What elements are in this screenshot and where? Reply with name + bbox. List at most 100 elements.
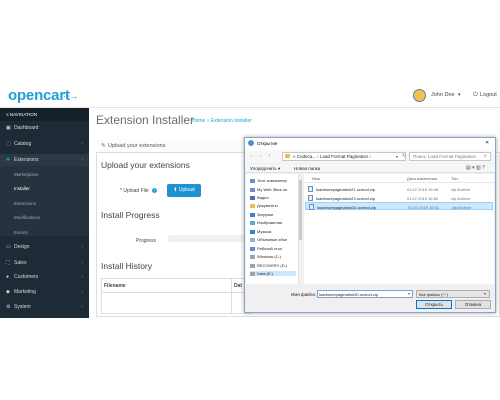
tree-item[interactable]: Этот компьютер — [250, 178, 287, 183]
chevron-down-icon[interactable]: ▾ — [484, 291, 486, 296]
tree-item[interactable]: Загрузки — [250, 212, 273, 217]
tree-item[interactable]: Музыка — [250, 229, 271, 234]
search-placeholder: Поиск: Load Format Pagination — [413, 154, 476, 159]
sidebar-item-design[interactable]: ▭ Design › — [0, 244, 89, 250]
file-date: 01.07.2019 16:50 — [407, 196, 439, 201]
tree-scroll-thumb[interactable] — [299, 180, 302, 240]
column-divider — [231, 278, 232, 314]
sidebar-item-label: Catalog — [14, 141, 32, 147]
folder-icon — [250, 254, 255, 259]
tree-item[interactable]: Рабочий стол — [250, 246, 282, 251]
sidebar-item-extensions[interactable]: ✚ Extensions › — [0, 154, 89, 166]
tree-item[interactable]: Объемные объе — [250, 237, 287, 242]
file-row[interactable]: loadmorepagination21.ocmod.zip 01.07.201… — [305, 185, 493, 193]
puzzle-icon: ✚ — [6, 157, 11, 163]
share-icon: ◆ — [6, 289, 10, 295]
chevron-right-icon: › — [81, 289, 84, 294]
folder-icon — [250, 187, 255, 192]
forward-icon[interactable]: → — [258, 153, 263, 159]
file-row[interactable]: loadmorepagination23.ocmod.zip 01.07.201… — [305, 194, 493, 202]
sidebar-item-marketplace[interactable]: Marketplace — [0, 172, 89, 177]
avatar[interactable] — [413, 89, 426, 102]
chevron-right-icon: › — [81, 304, 84, 309]
organize-button[interactable]: Упорядочить ▾ — [250, 166, 280, 172]
cart-icon: ⛶ — [6, 260, 10, 266]
refresh-icon[interactable]: ↻ — [402, 153, 406, 159]
breadcrumb-home[interactable]: Home — [192, 118, 205, 124]
user-name[interactable]: John Doe — [431, 92, 455, 98]
address-path[interactable]: « Codeca... › Load Format Pagination › — [293, 154, 371, 159]
sidebar-item-dashboard[interactable]: ▣ Dashboard — [0, 125, 89, 131]
column-header-date[interactable]: Дата изменения — [407, 176, 437, 181]
tree-item-label: Изображения — [257, 220, 283, 225]
sidebar-item-events[interactable]: Events — [0, 230, 89, 235]
dialog-title: Открытие — [257, 141, 278, 146]
breadcrumb-current[interactable]: Extension Installer — [211, 118, 252, 124]
sidebar-item-customers[interactable]: ● Customers › — [0, 274, 89, 280]
sidebar-item-installer[interactable]: Installer — [0, 186, 89, 191]
column-header-date[interactable]: Dat — [234, 283, 242, 289]
search-icon[interactable]: ⌕ — [484, 153, 487, 159]
file-name: loadmorepagination21.ocmod.zip — [316, 187, 375, 192]
stage: opencart ·ᵕ→ John Doe ▾ ⏻ Logout ≡ NAVIG… — [0, 0, 500, 400]
column-header-filename[interactable]: Filename — [104, 283, 126, 289]
column-header-type[interactable]: Тип — [451, 176, 458, 181]
chevron-down-icon[interactable]: ▾ — [396, 154, 398, 159]
tree-item-label: Загрузки — [257, 212, 274, 217]
file-type: zip Archive — [451, 196, 471, 201]
logout-icon[interactable]: ⏻ — [473, 92, 478, 99]
upload-heading: Upload your extensions — [101, 160, 190, 170]
opencart-logo[interactable]: opencart — [8, 87, 70, 104]
file-row-selected[interactable]: loadmorepagination30.ocmod.zip 01.07.201… — [305, 202, 493, 210]
chrome-icon — [248, 140, 254, 146]
help-icon[interactable]: ? — [152, 188, 157, 193]
tree-item[interactable]: Windows (C:) — [250, 254, 281, 259]
column-header-divider — [304, 182, 494, 183]
sidebar-item-modifications[interactable]: Modifications — [0, 215, 89, 220]
sidebar-item-sales[interactable]: ⛶ Sales › — [0, 260, 89, 266]
folder-icon — [250, 220, 255, 225]
column-header-name[interactable]: Имя — [312, 176, 320, 181]
sidebar-item-label: Customers — [14, 274, 39, 280]
file-list-scrollbar[interactable] — [304, 284, 494, 289]
zip-file-icon — [309, 204, 314, 210]
upload-button[interactable]: ⬆ Upload — [167, 184, 201, 197]
logout-link[interactable]: Logout — [480, 92, 497, 98]
chevron-down-icon[interactable]: ▾ — [408, 291, 410, 296]
sidebar-item-system[interactable]: ⚙ System › — [0, 304, 89, 310]
dialog-titlebar[interactable] — [245, 138, 495, 150]
sidebar-item-catalog[interactable]: ⬚ Catalog › — [0, 141, 89, 147]
tree-item[interactable]: Data (E:) — [250, 271, 296, 276]
zip-file-icon — [308, 186, 313, 192]
back-icon[interactable]: ← — [249, 153, 254, 159]
install-progress-heading: Install Progress — [101, 210, 160, 220]
cancel-button[interactable]: Отмена — [455, 300, 491, 309]
sidebar-item-label: Dashboard — [14, 125, 39, 131]
filename-value[interactable]: loadmorepagination30.ocmod.zip — [319, 292, 378, 297]
up-icon[interactable]: ↑ — [268, 153, 271, 159]
tree-item[interactable]: Видео — [250, 195, 269, 200]
catalog-icon: ⬚ — [6, 141, 11, 147]
chevron-right-icon: › — [81, 141, 84, 146]
sidebar-item-marketing[interactable]: ◆ Marketing › — [0, 289, 89, 295]
sidebar-item-extensions-sub[interactable]: Extensions — [0, 201, 89, 206]
close-icon[interactable]: ✕ — [485, 140, 489, 146]
folder-icon — [250, 178, 255, 183]
tree-item[interactable]: Изображения — [250, 220, 282, 225]
folder-icon — [250, 195, 255, 200]
file-date: 01.07.2019 16:51 — [408, 205, 440, 210]
tree-item[interactable]: Документы — [250, 203, 278, 208]
tree-item-label: Видео — [257, 195, 269, 200]
tree-item[interactable]: RECOVERY (D:) — [250, 263, 287, 268]
tree-item-label: RECOVERY (D:) — [257, 263, 288, 268]
table-divider — [101, 292, 251, 293]
chevron-down-icon[interactable]: ▾ — [458, 92, 461, 98]
gear-icon: ⚙ — [6, 304, 11, 310]
new-folder-button[interactable]: Новая папка — [294, 166, 320, 171]
view-options-icon[interactable]: ▤ ▾ ▥ ? — [466, 165, 485, 171]
open-button[interactable]: Открыть — [416, 300, 452, 309]
file-type: zip Archive — [451, 187, 471, 192]
tree-item[interactable]: My Web Sites on — [250, 187, 287, 192]
folder-icon — [285, 154, 290, 158]
sidebar-item-label: Design — [14, 244, 30, 250]
